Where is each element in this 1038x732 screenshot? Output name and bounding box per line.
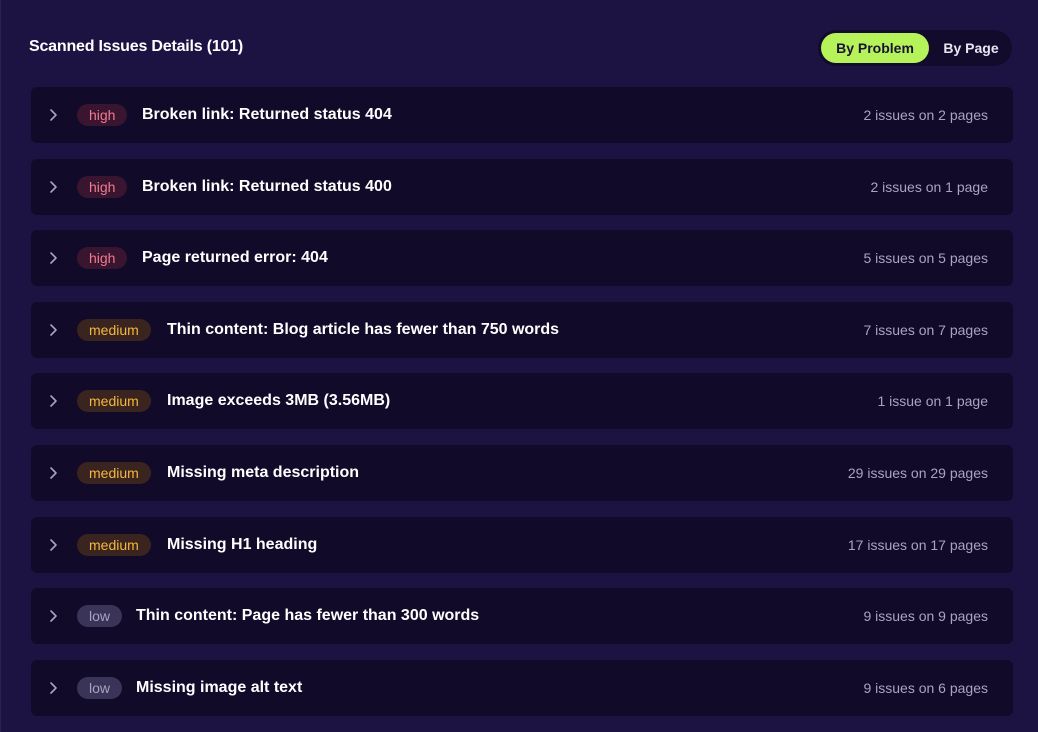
chevron-right-icon[interactable] bbox=[47, 107, 61, 123]
issue-title: Image exceeds 3MB (3.56MB) bbox=[167, 392, 391, 410]
issue-title: Missing H1 heading bbox=[167, 535, 318, 553]
issue-title: Broken link: Returned status 404 bbox=[142, 106, 392, 123]
chevron-right-icon[interactable] bbox=[47, 680, 61, 696]
issue-count: 2 issues on 1 page bbox=[870, 178, 988, 195]
panel-header: Scanned Issues Details (101) By Problem … bbox=[29, 28, 1012, 68]
issue-row[interactable]: medium Missing meta description 29 issue… bbox=[31, 444, 1013, 501]
severity-badge: high bbox=[77, 104, 128, 126]
scanned-issues-panel: Scanned Issues Details (101) By Problem … bbox=[0, 0, 1038, 732]
issues-list: high Broken link: Returned status 404 2 … bbox=[31, 87, 1013, 731]
severity-badge: low bbox=[77, 676, 123, 699]
issue-row[interactable]: high Broken link: Returned status 404 2 … bbox=[31, 87, 1013, 143]
issue-row[interactable]: high Broken link: Returned status 400 2 … bbox=[31, 158, 1013, 215]
chevron-right-icon[interactable] bbox=[47, 322, 61, 338]
severity-badge: medium bbox=[77, 461, 151, 484]
issue-title: Missing image alt text bbox=[136, 678, 303, 696]
chevron-right-icon[interactable] bbox=[47, 537, 61, 553]
by-problem-button[interactable]: By Problem bbox=[821, 33, 929, 63]
issue-row[interactable]: high Page returned error: 404 5 issues o… bbox=[31, 230, 1013, 287]
issue-count: 1 issue on 1 page bbox=[877, 393, 988, 410]
chevron-right-icon[interactable] bbox=[47, 250, 61, 266]
by-page-button[interactable]: By Page bbox=[936, 33, 1006, 63]
severity-badge: medium bbox=[77, 318, 151, 341]
issue-title: Page returned error: 404 bbox=[142, 249, 328, 267]
issue-count: 2 issues on 2 pages bbox=[863, 107, 988, 123]
issue-row[interactable]: low Thin content: Page has fewer than 30… bbox=[31, 588, 1013, 645]
issue-row[interactable]: medium Missing H1 heading 17 issues on 1… bbox=[31, 516, 1013, 573]
issue-title: Thin content: Page has fewer than 300 wo… bbox=[136, 607, 480, 625]
issue-title: Broken link: Returned status 400 bbox=[142, 177, 392, 195]
issue-row[interactable]: low Missing image alt text 9 issues on 6… bbox=[31, 659, 1013, 716]
issue-count: 9 issues on 6 pages bbox=[863, 679, 988, 696]
issue-count: 5 issues on 5 pages bbox=[863, 250, 988, 267]
chevron-right-icon[interactable] bbox=[47, 179, 61, 195]
severity-badge: medium bbox=[77, 533, 151, 556]
severity-badge: medium bbox=[77, 390, 151, 413]
chevron-right-icon[interactable] bbox=[47, 393, 61, 409]
issue-row[interactable]: medium Image exceeds 3MB (3.56MB) 1 issu… bbox=[31, 373, 1013, 430]
panel-title: Scanned Issues Details (101) bbox=[29, 38, 244, 55]
issue-count: 9 issues on 9 pages bbox=[863, 608, 988, 625]
severity-badge: low bbox=[77, 605, 123, 628]
issue-count: 17 issues on 17 pages bbox=[847, 536, 988, 553]
severity-badge: high bbox=[77, 247, 128, 270]
chevron-right-icon[interactable] bbox=[47, 465, 61, 481]
issue-title: Thin content: Blog article has fewer tha… bbox=[167, 320, 560, 338]
issue-row[interactable]: medium Thin content: Blog article has fe… bbox=[31, 301, 1013, 358]
issue-count: 7 issues on 7 pages bbox=[863, 321, 988, 338]
severity-badge: high bbox=[77, 175, 128, 198]
view-toggle: By Problem By Page bbox=[818, 30, 1012, 66]
issue-count: 29 issues on 29 pages bbox=[847, 464, 988, 481]
issue-title: Missing meta description bbox=[167, 463, 360, 481]
chevron-right-icon[interactable] bbox=[47, 608, 61, 624]
